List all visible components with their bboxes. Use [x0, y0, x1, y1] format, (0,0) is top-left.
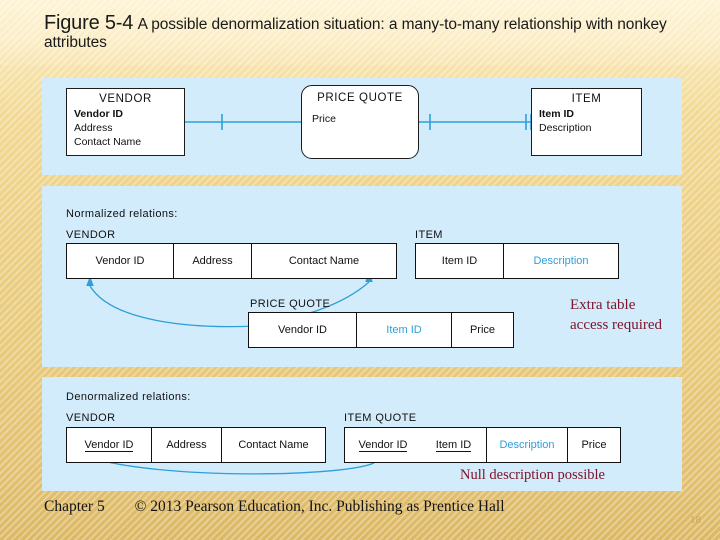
er-entity-price-quote-attributes: Price [312, 113, 418, 127]
table-cell: Address [174, 244, 252, 278]
denormalized-vendor-table: Vendor ID Address Contact Name [66, 427, 326, 463]
normalized-vendor-table: Vendor ID Address Contact Name [66, 243, 397, 279]
er-attribute: Price [312, 113, 336, 125]
er-entity-vendor-name: VENDOR [99, 93, 152, 105]
er-entity-vendor-attributes: Vendor ID Address Contact Name [74, 108, 184, 150]
normalized-price-quote-table: Vendor ID Item ID Price [248, 312, 514, 348]
footer-copyright: © 2013 Pearson Education, Inc. Publishin… [134, 498, 505, 515]
annotation-extra-table-access: Extra table access required [570, 297, 663, 334]
primary-key-label: Vendor ID [84, 438, 134, 452]
table-cell: Contact Name [221, 428, 325, 462]
er-attribute: Description [539, 121, 592, 134]
er-entity-item: ITEM Item ID Description [531, 88, 642, 156]
table-cell: Vendor ID [67, 428, 152, 462]
er-attribute: Address [74, 121, 113, 134]
normalized-item-title: ITEM [415, 229, 443, 241]
er-attribute: Item ID [539, 108, 575, 120]
table-cell: Vendor ID [67, 244, 174, 278]
denormalized-item-quote-table: Vendor ID Item ID Description Price [344, 427, 621, 463]
footer-chapter: Chapter 5 [44, 498, 105, 515]
normalized-vendor-title: VENDOR [66, 229, 116, 241]
er-attribute: Contact Name [74, 135, 142, 148]
normalized-caption: Normalized relations: [66, 208, 178, 220]
normalized-price-quote-title: PRICE QUOTE [250, 298, 331, 310]
page-title-text: A possible denormalization situation: a … [44, 16, 667, 52]
er-entity-item-attributes: Item ID Description [539, 108, 641, 136]
table-cell: Vendor ID [345, 428, 421, 462]
primary-key-label: Vendor ID [358, 438, 408, 452]
page-title-figure: Figure 5-4 [44, 12, 134, 34]
table-cell: Address [166, 439, 207, 451]
table-cell: Contact Name [288, 255, 360, 267]
denormalized-item-quote-title: ITEM QUOTE [344, 412, 417, 424]
normalized-item-table: Item ID Description [415, 243, 619, 279]
er-entity-price-quote: PRICE QUOTE Price [301, 85, 419, 159]
footer: Chapter 5 © 2013 Pearson Education, Inc.… [44, 498, 684, 516]
table-cell: Item ID [357, 313, 452, 347]
er-entity-price-quote-name: PRICE QUOTE [317, 92, 403, 104]
table-cell: Price [469, 324, 496, 336]
slide-canvas: Figure 5-4 A possible denormalization si… [0, 0, 720, 540]
table-cell: Vendor ID [249, 313, 357, 347]
annotation-null-description: Null description possible [460, 467, 605, 483]
page-title: Figure 5-4 A possible denormalization si… [44, 12, 684, 52]
er-attribute: Vendor ID [74, 108, 124, 120]
table-cell: Price [581, 439, 607, 451]
denormalized-vendor-title: VENDOR [66, 412, 116, 424]
er-entity-item-name: ITEM [571, 93, 602, 105]
table-cell: Description [533, 255, 589, 267]
table-cell: Description [487, 428, 568, 462]
table-cell: Item ID [421, 428, 487, 462]
denormalized-caption: Denormalized relations: [66, 391, 191, 403]
er-entity-vendor: VENDOR Vendor ID Address Contact Name [66, 88, 185, 156]
table-cell: Item ID [416, 244, 504, 278]
primary-key-label: Item ID [435, 438, 472, 452]
page-number: 18 [690, 514, 701, 526]
